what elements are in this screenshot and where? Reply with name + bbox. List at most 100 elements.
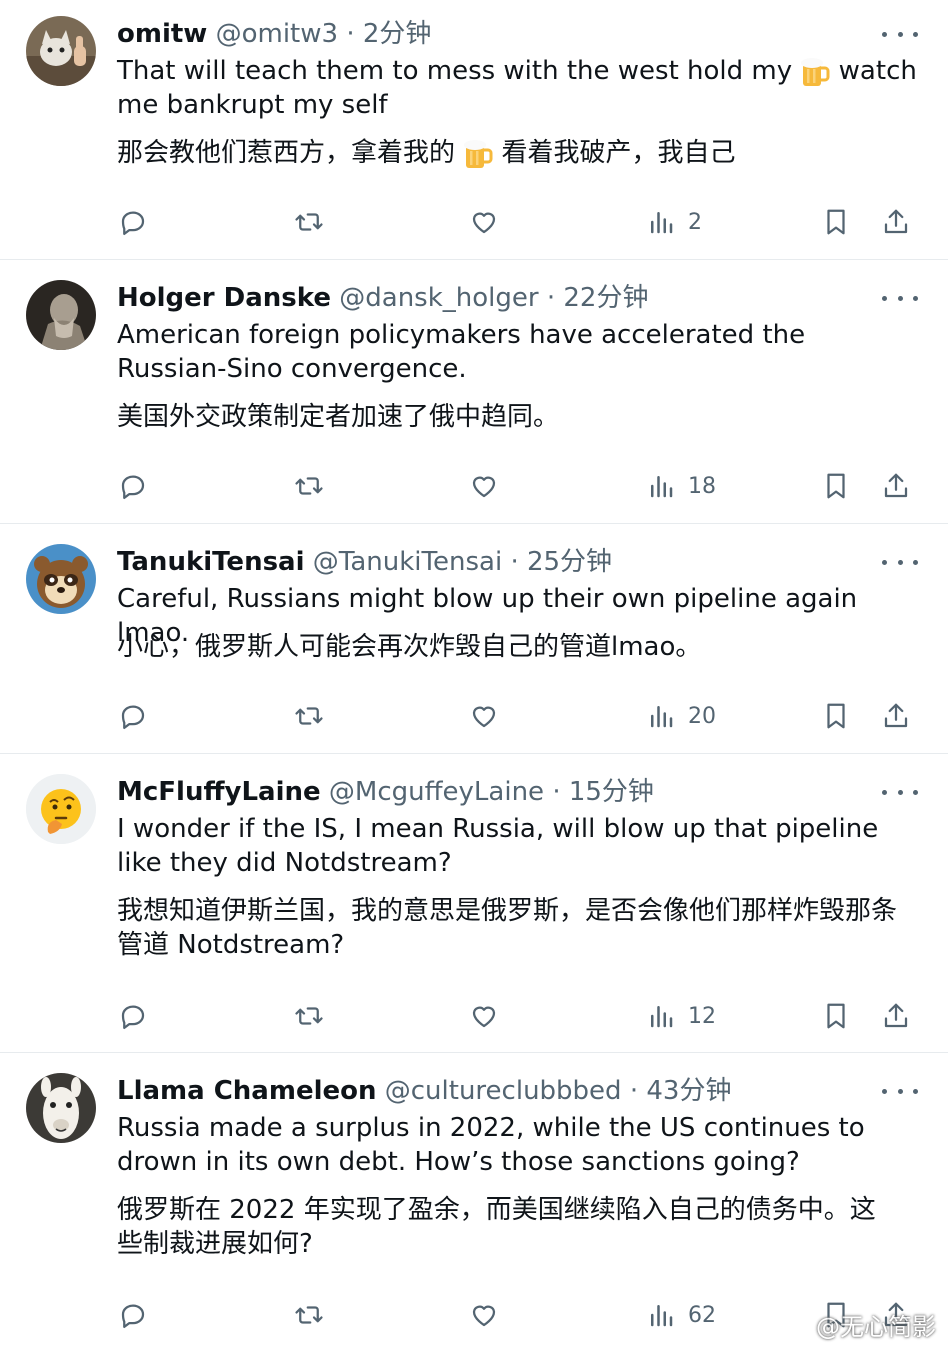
- heart-icon: [472, 1006, 496, 1028]
- bookmark-button[interactable]: [821, 696, 851, 736]
- action-bar: 20: [0, 696, 948, 736]
- action-bar: 2: [0, 202, 948, 242]
- reply-button[interactable]: [118, 466, 148, 506]
- heart-icon: [472, 476, 496, 498]
- retweet-icon: [295, 213, 323, 231]
- retweet-button[interactable]: [294, 696, 324, 736]
- display-name[interactable]: Llama Chameleon: [117, 1076, 377, 1106]
- more-options-icon[interactable]: [882, 778, 918, 806]
- bookmark-button[interactable]: [821, 996, 851, 1036]
- heart-icon: [472, 1305, 496, 1327]
- retweet-icon: [295, 477, 323, 495]
- timestamp[interactable]: 15分钟: [569, 777, 654, 807]
- retweet-button[interactable]: [294, 1295, 324, 1335]
- reply-button[interactable]: [118, 696, 148, 736]
- user-handle[interactable]: @cultureclubbbed: [385, 1076, 622, 1106]
- view-count: 2: [688, 209, 702, 235]
- separator-dot: ·: [510, 547, 519, 577]
- user-handle[interactable]: @dansk_holger: [339, 283, 538, 313]
- views-button[interactable]: 18: [646, 466, 716, 506]
- tweet-text: American foreign policymakers have accel…: [117, 320, 806, 384]
- display-name[interactable]: TanukiTensai: [117, 547, 305, 577]
- like-button[interactable]: [469, 202, 499, 242]
- heart-icon: [472, 706, 496, 728]
- avatar[interactable]: [26, 1073, 96, 1143]
- timestamp[interactable]: 25分钟: [527, 547, 612, 577]
- views-button[interactable]: 62: [646, 1295, 716, 1335]
- timestamp[interactable]: 2分钟: [363, 19, 432, 49]
- bookmark-icon: [827, 703, 845, 729]
- like-button[interactable]: [469, 696, 499, 736]
- retweet-button[interactable]: [294, 996, 324, 1036]
- views-button[interactable]: 12: [646, 996, 716, 1036]
- tweet-text: Russia made a surplus in 2022, while the…: [117, 1113, 865, 1177]
- share-icon: [884, 209, 908, 234]
- avatar[interactable]: [26, 280, 96, 350]
- separator-dot: ·: [546, 283, 556, 313]
- tweet-header: Holger Danske @dansk_holger · 22分钟: [117, 280, 868, 316]
- retweet-button[interactable]: [294, 466, 324, 506]
- reply-button[interactable]: [118, 1295, 148, 1335]
- separator-dot: ·: [552, 777, 561, 807]
- timestamp[interactable]: 43分钟: [646, 1076, 731, 1106]
- share-icon: [884, 703, 908, 728]
- share-button[interactable]: [881, 696, 911, 736]
- reply-button[interactable]: [118, 996, 148, 1036]
- more-options-icon[interactable]: [882, 1077, 918, 1105]
- beer-mug-emoji-icon: [801, 57, 830, 86]
- views-button[interactable]: 20: [646, 696, 716, 736]
- like-button[interactable]: [469, 1295, 499, 1335]
- bookmark-button[interactable]: [821, 466, 851, 506]
- bookmark-button[interactable]: [821, 202, 851, 242]
- beer-mug-emoji-icon: [464, 139, 493, 168]
- reply-icon: [121, 1005, 145, 1029]
- bookmark-icon: [827, 1003, 845, 1029]
- tweet-1[interactable]: omitw @omitw3 · 2分钟 That will teach them…: [0, 0, 948, 260]
- avatar[interactable]: [26, 774, 96, 844]
- view-count: 20: [688, 703, 716, 729]
- user-handle[interactable]: @omitw3: [216, 19, 338, 49]
- reply-icon: [121, 211, 145, 235]
- separator-dot: ·: [629, 1076, 639, 1106]
- bar-chart-icon: [651, 1006, 673, 1028]
- heart-icon: [472, 212, 496, 234]
- view-count: 62: [688, 1302, 716, 1328]
- views-button[interactable]: 2: [646, 202, 702, 242]
- translation-part: 那会教他们惹西方，拿着我的: [117, 138, 456, 168]
- avatar[interactable]: [26, 544, 96, 614]
- more-options-icon[interactable]: [882, 284, 918, 312]
- reply-button[interactable]: [118, 202, 148, 242]
- retweet-icon: [295, 1306, 323, 1324]
- more-options-icon[interactable]: [882, 548, 918, 576]
- action-bar: 18: [0, 466, 948, 506]
- translation-text: 美国外交政策制定者加速了俄中趋同。: [117, 402, 560, 432]
- share-button[interactable]: [881, 996, 911, 1036]
- tweet-3[interactable]: TanukiTensai @TanukiTensai · 25分钟 Carefu…: [0, 524, 948, 754]
- tweet-4[interactable]: McFluffyLaine @McguffeyLaine · 15分钟 I wo…: [0, 754, 948, 1053]
- tweet-2[interactable]: Holger Danske @dansk_holger · 22分钟 Ameri…: [0, 260, 948, 524]
- translation-text: 我想知道伊斯兰国，我的意思是俄罗斯，是否会像他们那样炸毁那条管道 Notdstr…: [117, 896, 898, 960]
- tweet-5[interactable]: Llama Chameleon @cultureclubbbed · 43分钟 …: [0, 1053, 948, 1352]
- separator-dot: ·: [346, 19, 355, 49]
- tweet-header: TanukiTensai @TanukiTensai · 25分钟: [117, 544, 868, 580]
- bookmark-icon: [827, 473, 845, 499]
- retweet-button[interactable]: [294, 202, 324, 242]
- timestamp[interactable]: 22分钟: [563, 283, 648, 313]
- bar-chart-icon: [651, 212, 673, 234]
- avatar[interactable]: [26, 16, 96, 86]
- display-name[interactable]: omitw: [117, 19, 207, 49]
- like-button[interactable]: [469, 466, 499, 506]
- user-handle[interactable]: @TanukiTensai: [313, 547, 502, 577]
- display-name[interactable]: Holger Danske: [117, 283, 331, 313]
- bar-chart-icon: [651, 476, 673, 498]
- tweet-header: Llama Chameleon @cultureclubbbed · 43分钟: [117, 1073, 868, 1109]
- tweet-text: I wonder if the IS, I mean Russia, will …: [117, 814, 879, 878]
- tweet-text: That will teach them to mess with the we…: [117, 54, 918, 122]
- display-name[interactable]: McFluffyLaine: [117, 777, 321, 807]
- like-button[interactable]: [469, 996, 499, 1036]
- share-button[interactable]: [881, 466, 911, 506]
- user-handle[interactable]: @McguffeyLaine: [329, 777, 544, 807]
- share-icon: [884, 1003, 908, 1028]
- more-options-icon[interactable]: [882, 20, 918, 48]
- share-button[interactable]: [881, 202, 911, 242]
